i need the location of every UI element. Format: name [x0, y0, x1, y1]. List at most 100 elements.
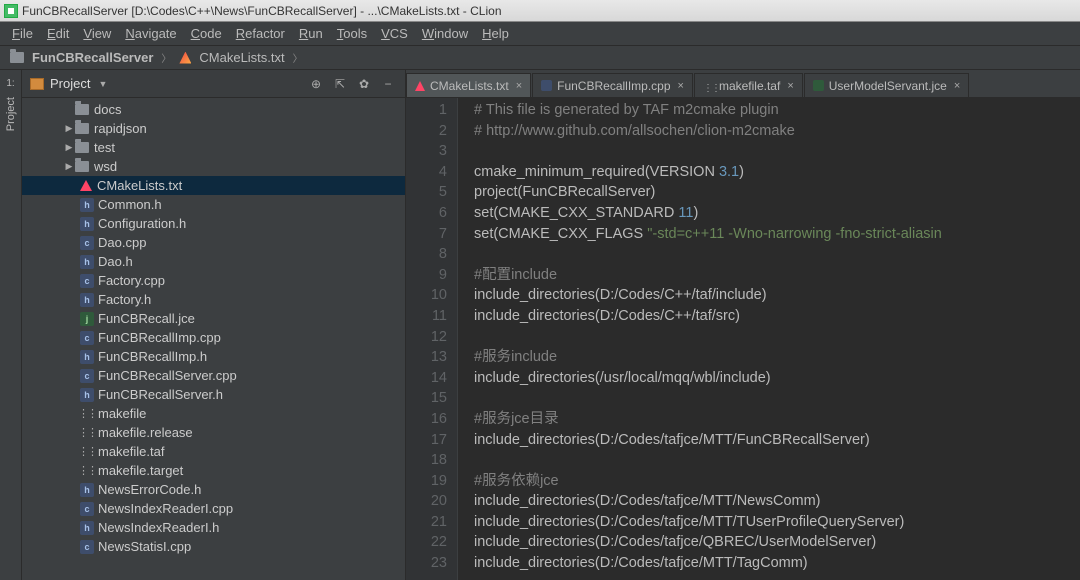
- menu-tools[interactable]: Tools: [331, 24, 373, 43]
- tree-item-newserrorcode-h[interactable]: NewsErrorCode.h: [22, 480, 405, 499]
- tree-item-wsd[interactable]: ▶wsd: [22, 157, 405, 176]
- tree-item-common-h[interactable]: Common.h: [22, 195, 405, 214]
- menu-file[interactable]: File: [6, 24, 39, 43]
- code-line[interactable]: set(CMAKE_CXX_FLAGS "-std=c++11 -Wno-nar…: [474, 224, 1080, 245]
- close-tab-icon[interactable]: ×: [954, 80, 960, 92]
- cpp-icon: [80, 540, 94, 554]
- dropdown-icon[interactable]: ▼: [98, 79, 107, 89]
- tab-label: UserModelServant.jce: [829, 79, 947, 93]
- hide-panel-icon[interactable]: −: [379, 75, 397, 93]
- code-line[interactable]: # http://www.github.com/allsochen/clion-…: [474, 121, 1080, 142]
- menu-vcs[interactable]: VCS: [375, 24, 414, 43]
- code-editor[interactable]: 1234567891011121314151617181920212223 # …: [406, 98, 1080, 580]
- tree-item-newsindexreaderi-cpp[interactable]: NewsIndexReaderI.cpp: [22, 499, 405, 518]
- menu-code[interactable]: Code: [185, 24, 228, 43]
- menu-view[interactable]: View: [77, 24, 117, 43]
- line-number: 11: [406, 306, 447, 327]
- h-icon: [80, 255, 94, 269]
- tree-item-factory-cpp[interactable]: Factory.cpp: [22, 271, 405, 290]
- chevron-right-icon: 〉: [293, 50, 303, 65]
- code-line[interactable]: include_directories(D:/Codes/tafjce/MTT/…: [474, 512, 1080, 533]
- tree-item-configuration-h[interactable]: Configuration.h: [22, 214, 405, 233]
- project-tree[interactable]: docs▶rapidjson▶test▶wsdCMakeLists.txtCom…: [22, 98, 405, 580]
- tree-item-label: FunCBRecallImp.h: [98, 349, 207, 364]
- breadcrumb-file[interactable]: CMakeLists.txt: [199, 50, 284, 65]
- tree-item-funcbrecallimp-h[interactable]: FunCBRecallImp.h: [22, 347, 405, 366]
- tree-item-makefile[interactable]: makefile: [22, 404, 405, 423]
- cpp-icon: [80, 502, 94, 516]
- code-line[interactable]: [474, 141, 1080, 162]
- close-tab-icon[interactable]: ×: [516, 80, 522, 92]
- line-number: 7: [406, 224, 447, 245]
- tree-item-dao-cpp[interactable]: Dao.cpp: [22, 233, 405, 252]
- editor-tab-cmakelists-txt[interactable]: CMakeLists.txt×: [406, 73, 531, 97]
- gear-icon[interactable]: ✿: [355, 75, 373, 93]
- tree-item-funcbrecall-jce[interactable]: FunCBRecall.jce: [22, 309, 405, 328]
- mk-icon: [80, 407, 94, 421]
- code-line[interactable]: include_directories(D:/Codes/tafjce/QBRE…: [474, 532, 1080, 553]
- menu-refactor[interactable]: Refactor: [230, 24, 291, 43]
- tree-item-test[interactable]: ▶test: [22, 138, 405, 157]
- code-line[interactable]: include_directories(D:/Codes/tafjce/MTT/…: [474, 491, 1080, 512]
- code-line[interactable]: include_directories(D:/Codes/tafjce/MTT/…: [474, 430, 1080, 451]
- tree-item-label: FunCBRecallServer.cpp: [98, 368, 237, 383]
- tree-item-newsstatisi-cpp[interactable]: NewsStatisI.cpp: [22, 537, 405, 556]
- code-line[interactable]: include_directories(/usr/local/mqq/wbl/i…: [474, 368, 1080, 389]
- rail-tab-project[interactable]: Project: [5, 91, 17, 137]
- line-number: 19: [406, 471, 447, 492]
- code-line[interactable]: #配置include: [474, 265, 1080, 286]
- code-line[interactable]: # This file is generated by TAF m2cmake …: [474, 100, 1080, 121]
- code-line[interactable]: #服务include: [474, 347, 1080, 368]
- expand-arrow-icon[interactable]: ▶: [64, 142, 74, 153]
- code-line[interactable]: include_directories(D:/Codes/C++/taf/inc…: [474, 285, 1080, 306]
- tree-item-label: NewsIndexReaderI.cpp: [98, 501, 233, 516]
- h-icon: [80, 217, 94, 231]
- code-line[interactable]: include_directories(D:/Codes/C++/taf/src…: [474, 306, 1080, 327]
- tree-item-makefile-release[interactable]: makefile.release: [22, 423, 405, 442]
- code-line[interactable]: set(CMAKE_CXX_STANDARD 11): [474, 203, 1080, 224]
- code-line[interactable]: include_directories(D:/Codes/tafjce/MTT/…: [474, 553, 1080, 574]
- tree-item-funcbrecallimp-cpp[interactable]: FunCBRecallImp.cpp: [22, 328, 405, 347]
- menu-edit[interactable]: Edit: [41, 24, 75, 43]
- collapse-all-icon[interactable]: ⇱: [331, 75, 349, 93]
- tree-item-docs[interactable]: docs: [22, 100, 405, 119]
- tree-item-makefile-target[interactable]: makefile.target: [22, 461, 405, 480]
- tree-item-label: NewsStatisI.cpp: [98, 539, 191, 554]
- expand-arrow-icon[interactable]: ▶: [64, 161, 74, 172]
- editor-tab-makefile-taf[interactable]: makefile.taf×: [694, 73, 803, 97]
- editor-tab-funcbrecallimp-cpp[interactable]: FunCBRecallImp.cpp×: [532, 73, 693, 97]
- line-number: 22: [406, 532, 447, 553]
- code-text[interactable]: # This file is generated by TAF m2cmake …: [458, 98, 1080, 580]
- tree-item-funcbrecallserver-cpp[interactable]: FunCBRecallServer.cpp: [22, 366, 405, 385]
- code-line[interactable]: project(FunCBRecallServer): [474, 182, 1080, 203]
- menu-navigate[interactable]: Navigate: [119, 24, 182, 43]
- left-tool-rail: 1: Project: [0, 70, 22, 580]
- menu-window[interactable]: Window: [416, 24, 474, 43]
- breadcrumb-root[interactable]: FunCBRecallServer: [32, 50, 153, 65]
- tree-item-funcbrecallserver-h[interactable]: FunCBRecallServer.h: [22, 385, 405, 404]
- code-line[interactable]: [474, 327, 1080, 348]
- expand-arrow-icon[interactable]: ▶: [64, 123, 74, 134]
- close-tab-icon[interactable]: ×: [787, 80, 793, 92]
- menu-help[interactable]: Help: [476, 24, 515, 43]
- code-line[interactable]: #服务jce目录: [474, 409, 1080, 430]
- project-panel-header: Project ▼ ⊕ ⇱ ✿ −: [22, 70, 405, 98]
- tree-item-factory-h[interactable]: Factory.h: [22, 290, 405, 309]
- editor-tab-usermodelservant-jce[interactable]: UserModelServant.jce ×: [804, 73, 970, 97]
- code-line[interactable]: [474, 244, 1080, 265]
- code-line[interactable]: [474, 388, 1080, 409]
- menu-run[interactable]: Run: [293, 24, 329, 43]
- project-panel-title[interactable]: Project: [50, 76, 90, 91]
- tree-item-makefile-taf[interactable]: makefile.taf: [22, 442, 405, 461]
- project-sidebar: Project ▼ ⊕ ⇱ ✿ − docs▶rapidjson▶test▶ws…: [22, 70, 406, 580]
- tree-item-newsindexreaderi-h[interactable]: NewsIndexReaderI.h: [22, 518, 405, 537]
- code-line[interactable]: cmake_minimum_required(VERSION 3.1): [474, 162, 1080, 183]
- scroll-from-source-icon[interactable]: ⊕: [307, 75, 325, 93]
- tree-item-label: makefile.release: [98, 425, 193, 440]
- tree-item-dao-h[interactable]: Dao.h: [22, 252, 405, 271]
- tree-item-cmakelists-txt[interactable]: CMakeLists.txt: [22, 176, 405, 195]
- tree-item-rapidjson[interactable]: ▶rapidjson: [22, 119, 405, 138]
- code-line[interactable]: #服务依赖jce: [474, 471, 1080, 492]
- close-tab-icon[interactable]: ×: [678, 80, 684, 92]
- code-line[interactable]: [474, 450, 1080, 471]
